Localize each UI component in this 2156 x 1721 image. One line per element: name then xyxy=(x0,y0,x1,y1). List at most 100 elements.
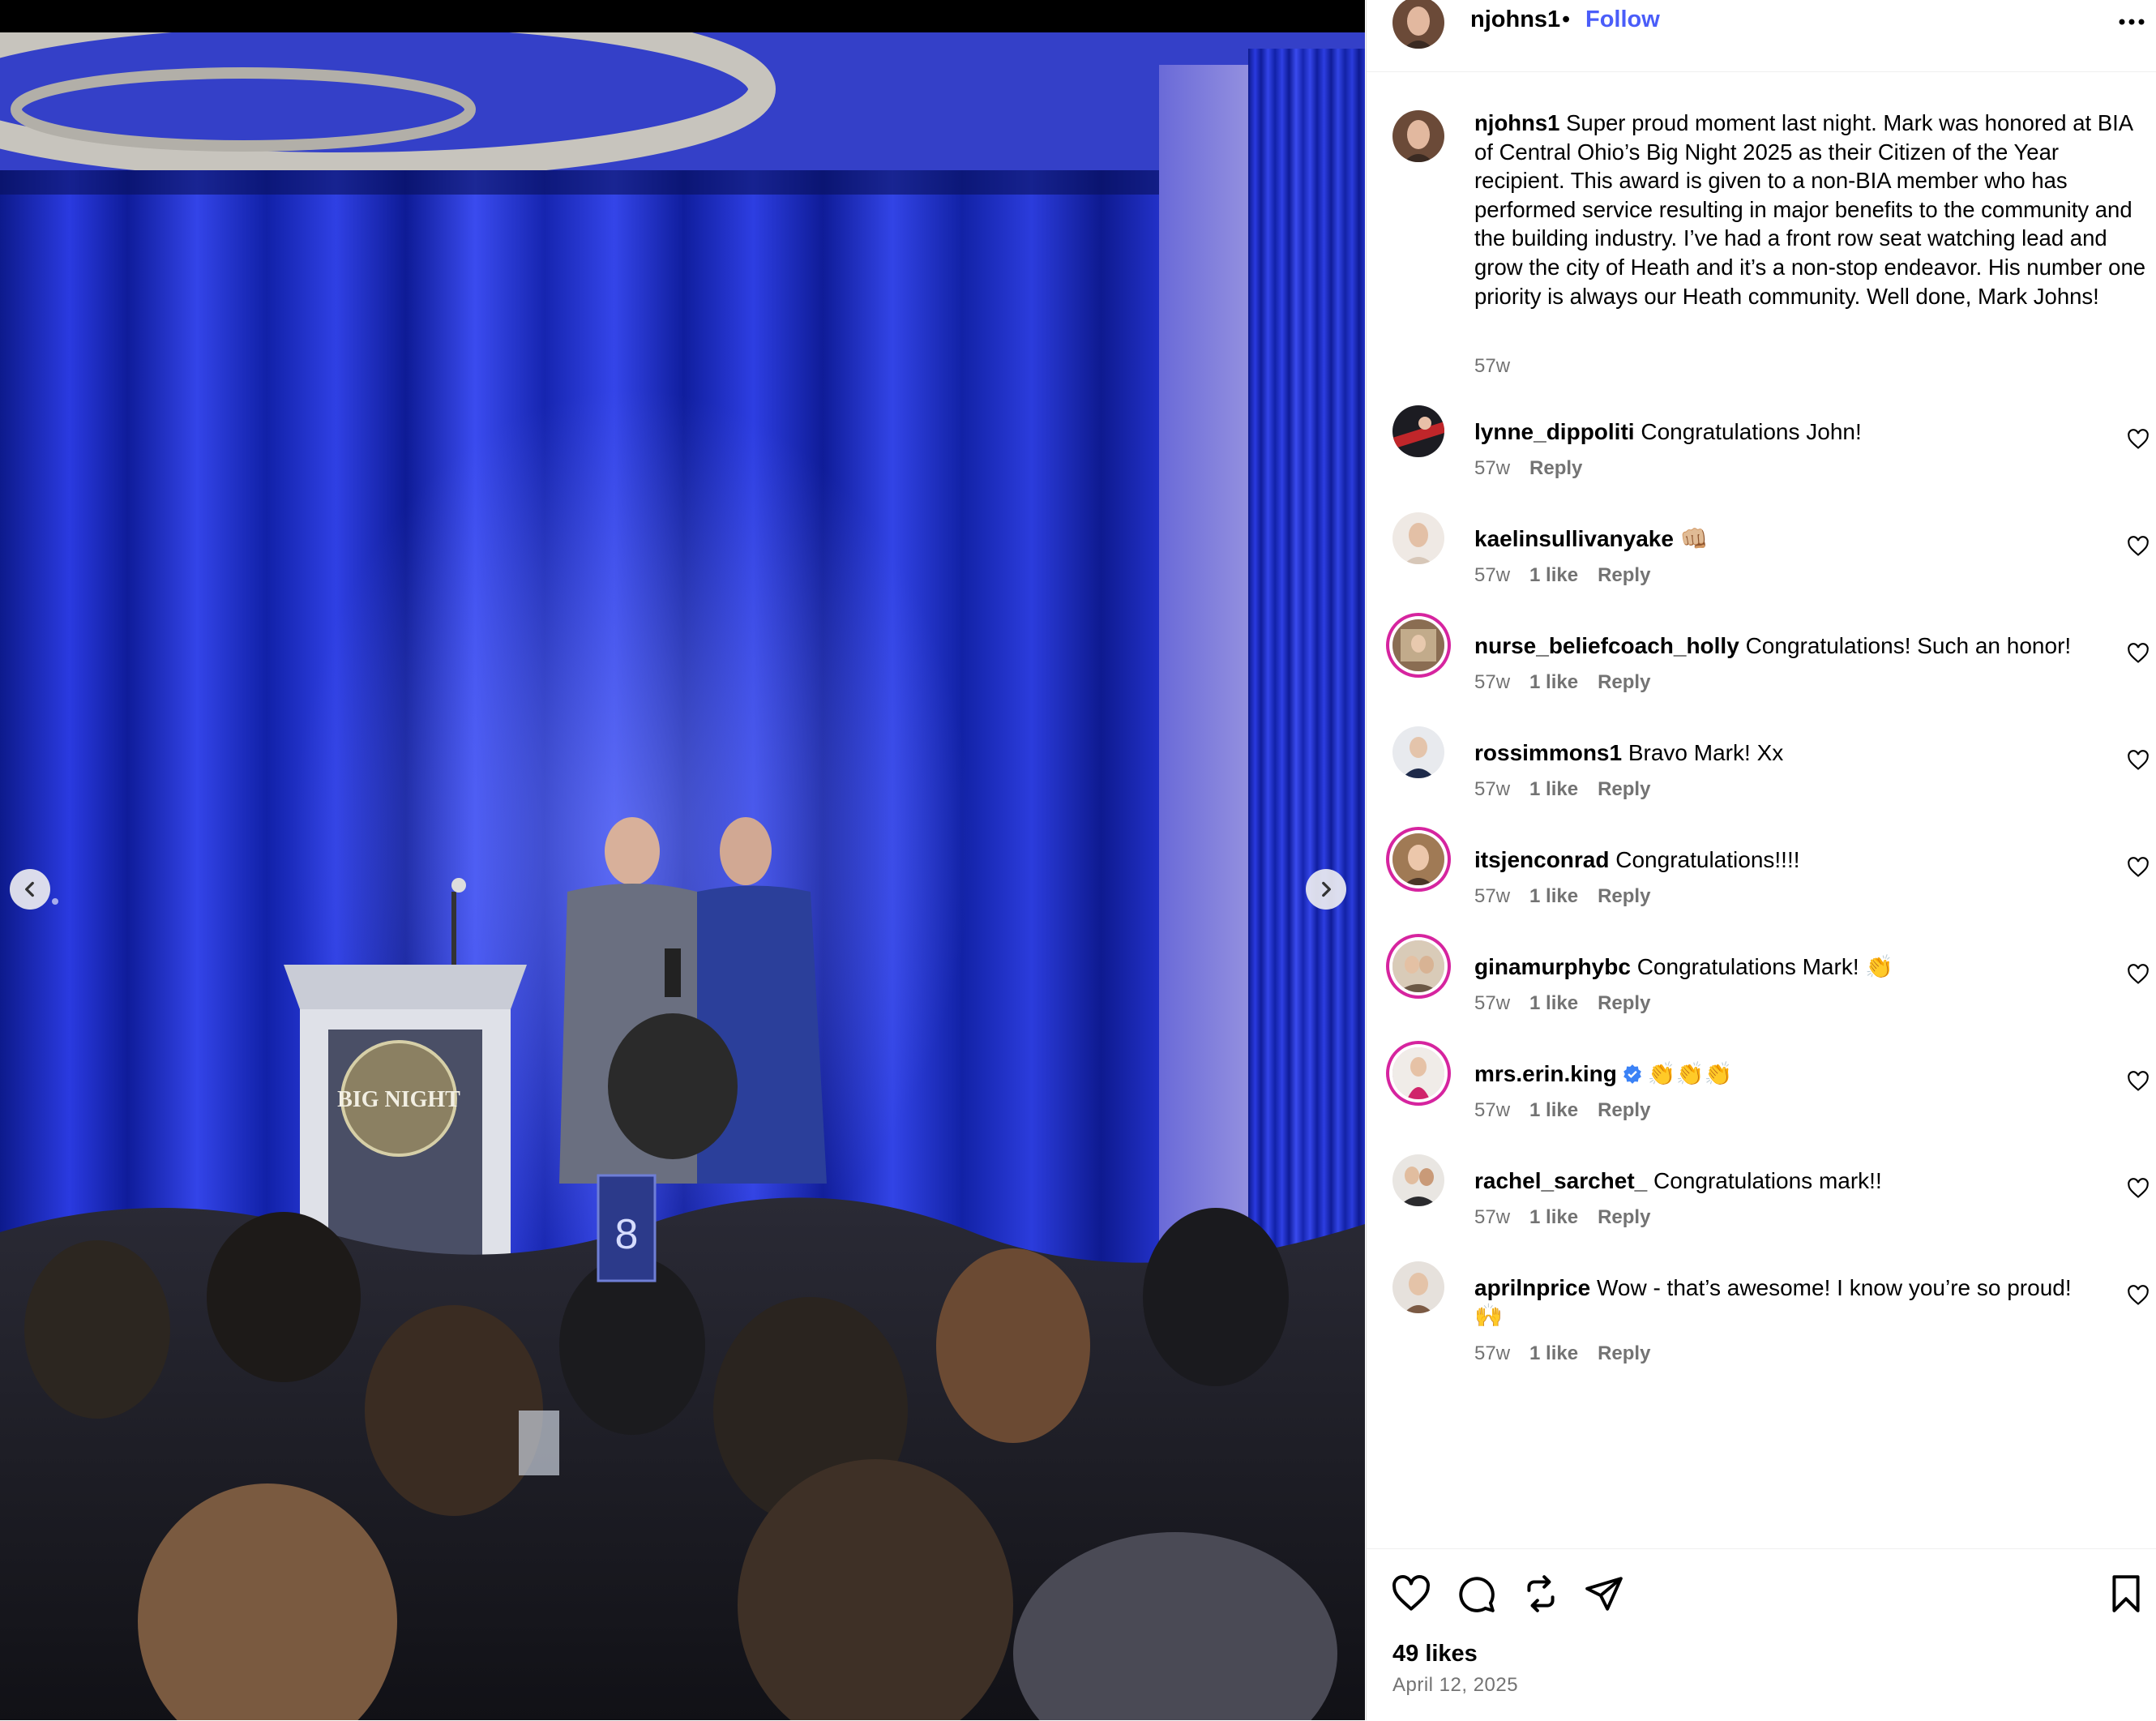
comment-item: kaelinsullivanyake 👊🏼 57w 1 like Reply xyxy=(1367,512,2156,623)
post-date: April 12, 2025 xyxy=(1392,1674,1519,1696)
reply-button[interactable]: Reply xyxy=(1529,457,1582,479)
comment-item: itsjenconrad Congratulations!!!! 57w 1 li… xyxy=(1367,833,2156,944)
caption-username[interactable]: njohns1 xyxy=(1474,110,1559,135)
comment-text: Congratulations! Such an honor! xyxy=(1745,633,2072,658)
comment-like-heart-icon[interactable] xyxy=(2127,1177,2150,1200)
comment-username[interactable]: aprilnprice xyxy=(1474,1275,1590,1300)
reply-button[interactable]: Reply xyxy=(1598,885,1650,907)
comment-username[interactable]: rachel_sarchet_ xyxy=(1474,1168,1647,1193)
previous-photo-button[interactable] xyxy=(10,869,50,910)
chevron-right-icon xyxy=(1322,881,1331,897)
reply-button[interactable]: Reply xyxy=(1598,1099,1650,1121)
comment-like-heart-icon[interactable] xyxy=(2127,963,2150,986)
carousel-indicator xyxy=(52,898,58,905)
comment-time[interactable]: 57w xyxy=(1474,885,1510,907)
follow-button[interactable]: Follow xyxy=(1585,6,1660,33)
comment-text: 👊🏼 xyxy=(1679,526,1709,551)
comment-time[interactable]: 57w xyxy=(1474,564,1510,586)
comment-like-heart-icon[interactable] xyxy=(2127,749,2150,772)
verified-badge-icon xyxy=(1623,1064,1641,1084)
comment-text: 👏👏👏 xyxy=(1647,1061,1733,1086)
comment-time[interactable]: 57w xyxy=(1474,778,1510,800)
comment-item: ginamurphybc Congratulations Mark! 👏 57w… xyxy=(1367,940,2156,1051)
author-username[interactable]: njohns1 xyxy=(1470,6,1560,33)
reply-button[interactable]: Reply xyxy=(1598,1206,1650,1228)
caption-text: Super proud moment last night. Mark was … xyxy=(1474,110,2146,309)
comment-like-heart-icon[interactable] xyxy=(2127,428,2150,451)
comment-item: lynne_dippoliti Congratulations John! 57… xyxy=(1367,405,2156,516)
comment-time[interactable]: 57w xyxy=(1474,671,1510,693)
post-sidebar: njohns1 • Follow njohns1 Super proud mom… xyxy=(1366,0,2156,1720)
post-photo: BIG NIGHT 8 xyxy=(0,32,1365,1720)
commenter-avatar[interactable] xyxy=(1392,619,1444,671)
repost-icon[interactable] xyxy=(1521,1573,1561,1614)
comment-text: Congratulations!!!! xyxy=(1615,847,1800,872)
commenter-avatar[interactable] xyxy=(1392,940,1444,992)
comment-item: rachel_sarchet_ Congratulations mark!! 5… xyxy=(1367,1154,2156,1265)
post-header: njohns1 • Follow xyxy=(1367,0,2156,72)
reply-button[interactable]: Reply xyxy=(1598,992,1650,1014)
comment-time[interactable]: 57w xyxy=(1474,1099,1510,1121)
comment-like-count[interactable]: 1 like xyxy=(1529,1099,1578,1121)
comment-icon[interactable] xyxy=(1456,1573,1496,1614)
comment-like-heart-icon[interactable] xyxy=(2127,1284,2150,1307)
like-count[interactable]: 49 likes xyxy=(1392,1641,1478,1667)
commenter-avatar[interactable] xyxy=(1392,1261,1444,1313)
reply-button[interactable]: Reply xyxy=(1598,564,1650,586)
comment-item: nurse_beliefcoach_holly Congratulations!… xyxy=(1367,619,2156,730)
heart-icon[interactable] xyxy=(1391,1573,1431,1614)
comment-like-count[interactable]: 1 like xyxy=(1529,564,1578,586)
comment-like-count[interactable]: 1 like xyxy=(1529,885,1578,907)
reply-button[interactable]: Reply xyxy=(1598,671,1650,693)
commenter-avatar[interactable] xyxy=(1392,833,1444,885)
commenter-avatar[interactable] xyxy=(1392,1154,1444,1206)
comment-time[interactable]: 57w xyxy=(1474,1342,1510,1364)
comment-text: Congratulations Mark! 👏 xyxy=(1636,954,1894,979)
comment-username[interactable]: itsjenconrad xyxy=(1474,847,1609,872)
next-photo-button[interactable] xyxy=(1306,869,1346,910)
commenter-avatar[interactable] xyxy=(1392,1047,1444,1099)
comment-like-count[interactable]: 1 like xyxy=(1529,778,1578,800)
comment-time[interactable]: 57w xyxy=(1474,992,1510,1014)
comment-username[interactable]: mrs.erin.king xyxy=(1474,1061,1617,1086)
comment-username[interactable]: nurse_beliefcoach_holly xyxy=(1474,633,1739,658)
svg-text:8: 8 xyxy=(615,1211,639,1258)
header-separator: • xyxy=(1562,6,1571,32)
post-caption: njohns1 Super proud moment last night. M… xyxy=(1474,109,2147,310)
comment-like-heart-icon[interactable] xyxy=(2127,1070,2150,1093)
caption-timestamp[interactable]: 57w xyxy=(1474,355,1510,378)
author-avatar[interactable] xyxy=(1392,0,1444,49)
comment-like-heart-icon[interactable] xyxy=(2127,856,2150,879)
svg-text:BIG NIGHT: BIG NIGHT xyxy=(337,1087,460,1112)
reply-button[interactable]: Reply xyxy=(1598,778,1650,800)
post-media: BIG NIGHT 8 xyxy=(0,0,1365,1720)
more-options-icon[interactable] xyxy=(2115,10,2148,34)
comment-like-count[interactable]: 1 like xyxy=(1529,671,1578,693)
comment-text: Congratulations mark!! xyxy=(1653,1168,1882,1193)
comment-like-count[interactable]: 1 like xyxy=(1529,992,1578,1014)
comment-username[interactable]: rossimmons1 xyxy=(1474,740,1622,765)
commenter-avatar[interactable] xyxy=(1392,512,1444,564)
comment-like-count[interactable]: 1 like xyxy=(1529,1342,1578,1364)
comment-time[interactable]: 57w xyxy=(1474,457,1510,479)
comment-item: mrs.erin.king 👏👏👏 57w 1 like Reply xyxy=(1367,1047,2156,1158)
comment-item: rossimmons1 Bravo Mark! Xx 57w 1 like Repl… xyxy=(1367,726,2156,837)
commenter-avatar[interactable] xyxy=(1392,405,1444,457)
comment-like-heart-icon[interactable] xyxy=(2127,535,2150,558)
comment-username[interactable]: ginamurphybc xyxy=(1474,954,1631,979)
comment-like-count[interactable]: 1 like xyxy=(1529,1206,1578,1228)
comment-username[interactable]: lynne_dippoliti xyxy=(1474,419,1635,444)
share-icon[interactable] xyxy=(1584,1573,1624,1614)
comment-time[interactable]: 57w xyxy=(1474,1206,1510,1228)
chevron-left-icon xyxy=(25,881,34,897)
caption-author-avatar[interactable] xyxy=(1392,110,1444,162)
reply-button[interactable]: Reply xyxy=(1598,1342,1650,1364)
comment-text: Congratulations John! xyxy=(1641,419,1862,444)
comment-like-heart-icon[interactable] xyxy=(2127,642,2150,665)
post-actions-bar: 49 likes April 12, 2025 xyxy=(1367,1548,2156,1721)
bookmark-icon[interactable] xyxy=(2106,1573,2146,1614)
comment-item: aprilnprice Wow - that’s awesome! I know… xyxy=(1367,1261,2156,1404)
commenter-avatar[interactable] xyxy=(1392,726,1444,778)
comment-text: Bravo Mark! Xx xyxy=(1628,740,1784,765)
comment-username[interactable]: kaelinsullivanyake xyxy=(1474,526,1674,551)
